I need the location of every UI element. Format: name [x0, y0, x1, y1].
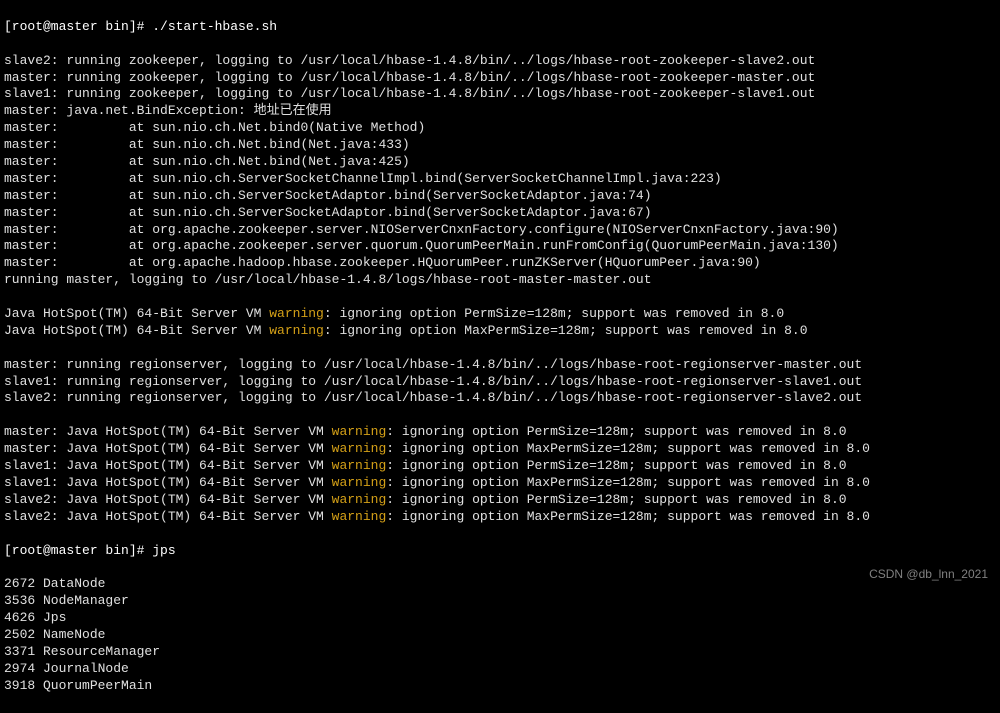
output-line: 2974 JournalNode [4, 661, 996, 678]
output-line: master: at org.apache.hadoop.hbase.zooke… [4, 255, 996, 272]
warning-keyword: warning [332, 475, 387, 490]
output-line: master: java.net.BindException: 地址已在使用 [4, 103, 996, 120]
output-line: master: at sun.nio.ch.ServerSocketAdapto… [4, 188, 996, 205]
warning-keyword: warning [269, 323, 324, 338]
warning-keyword: warning [332, 492, 387, 507]
output-line: master: running regionserver, logging to… [4, 357, 996, 374]
output-line: master: Java HotSpot(TM) 64-Bit Server V… [4, 441, 996, 458]
output-line: 2502 NameNode [4, 627, 996, 644]
output-line: slave1: running zookeeper, logging to /u… [4, 86, 996, 103]
output-line: master: Java HotSpot(TM) 64-Bit Server V… [4, 424, 996, 441]
output-line: master: at sun.nio.ch.Net.bind0(Native M… [4, 120, 996, 137]
output-line: running master, logging to /usr/local/hb… [4, 272, 996, 289]
warning-keyword: warning [332, 441, 387, 456]
output-line: slave2: Java HotSpot(TM) 64-Bit Server V… [4, 509, 996, 526]
output-line: master: at sun.nio.ch.ServerSocketAdapto… [4, 205, 996, 222]
output-line: master: at org.apache.zookeeper.server.q… [4, 238, 996, 255]
output-line: 4626 Jps [4, 610, 996, 627]
output-line: slave1: Java HotSpot(TM) 64-Bit Server V… [4, 475, 996, 492]
warning-keyword: warning [269, 306, 324, 321]
output-line: 3536 NodeManager [4, 593, 996, 610]
terminal-output[interactable]: [root@master bin]# ./start-hbase.sh slav… [0, 0, 1000, 713]
output-line: 2672 DataNode [4, 576, 996, 593]
output-line: slave1: running regionserver, logging to… [4, 374, 996, 391]
warning-keyword: warning [332, 458, 387, 473]
output-line: slave1: Java HotSpot(TM) 64-Bit Server V… [4, 458, 996, 475]
output-line: slave2: running regionserver, logging to… [4, 390, 996, 407]
output-line: master: at sun.nio.ch.Net.bind(Net.java:… [4, 137, 996, 154]
output-line: master: running zookeeper, logging to /u… [4, 70, 996, 87]
output-line: slave2: running zookeeper, logging to /u… [4, 53, 996, 70]
output-line: Java HotSpot(TM) 64-Bit Server VM warnin… [4, 306, 996, 323]
output-line: slave2: Java HotSpot(TM) 64-Bit Server V… [4, 492, 996, 509]
output-line: master: at sun.nio.ch.ServerSocketChanne… [4, 171, 996, 188]
output-line: master: at sun.nio.ch.Net.bind(Net.java:… [4, 154, 996, 171]
watermark-text: CSDN @db_lnn_2021 [869, 567, 988, 583]
output-line: Java HotSpot(TM) 64-Bit Server VM warnin… [4, 323, 996, 340]
shell-prompt: [root@master bin]# ./start-hbase.sh [4, 19, 996, 36]
output-line: master: at org.apache.zookeeper.server.N… [4, 222, 996, 239]
warning-keyword: warning [332, 509, 387, 524]
output-line: 3371 ResourceManager [4, 644, 996, 661]
warning-keyword: warning [332, 424, 387, 439]
shell-prompt: [root@master bin]# jps [4, 543, 996, 560]
output-line: 3918 QuorumPeerMain [4, 678, 996, 695]
